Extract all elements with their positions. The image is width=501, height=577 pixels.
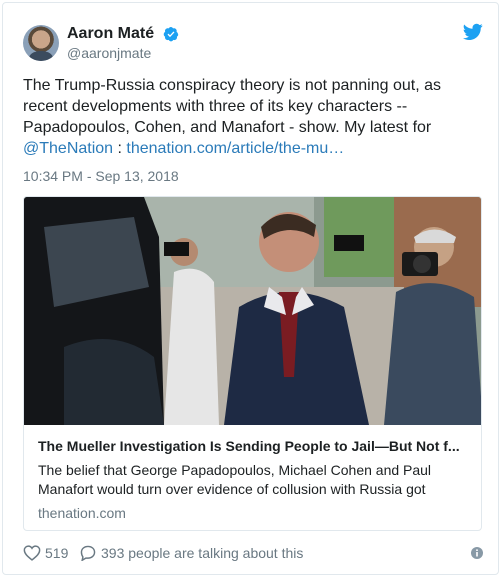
heart-icon xyxy=(23,545,41,561)
author-name[interactable]: Aaron Maté xyxy=(67,25,154,43)
embedded-tweet: Aaron Maté @aaronjmate The Trump-Russia … xyxy=(2,2,499,575)
card-title[interactable]: The Mueller Investigation Is Sending Peo… xyxy=(38,437,469,456)
conversation-button[interactable]: 393 people are talking about this xyxy=(79,545,303,561)
link-card[interactable]: The Mueller Investigation Is Sending Peo… xyxy=(23,196,482,531)
tweet-body: The Trump-Russia conspiracy theory is no… xyxy=(23,77,441,136)
author-handle[interactable]: @aaronjmate xyxy=(67,45,179,61)
card-domain: thenation.com xyxy=(38,505,126,521)
verified-icon xyxy=(163,27,178,42)
like-count: 519 xyxy=(45,545,69,561)
link-separator: : xyxy=(113,140,127,157)
card-body: The Mueller Investigation Is Sending Peo… xyxy=(24,425,481,530)
tweet-footer: 519 393 people are talking about this xyxy=(23,543,485,565)
comment-icon xyxy=(80,545,96,561)
twitter-bird-icon[interactable] xyxy=(463,23,483,41)
info-icon[interactable] xyxy=(471,547,483,559)
like-button[interactable]: 519 xyxy=(23,545,68,561)
avatar[interactable] xyxy=(23,25,59,61)
mention-link[interactable]: @TheNation xyxy=(23,140,113,157)
card-image xyxy=(24,197,481,425)
tweet-header: Aaron Maté @aaronjmate xyxy=(23,23,483,63)
tweet-timestamp[interactable]: 10:34 PM - Sep 13, 2018 xyxy=(23,168,179,184)
card-description: The belief that George Papadopoulos, Mic… xyxy=(38,462,432,497)
author-block[interactable]: Aaron Maté @aaronjmate xyxy=(67,25,179,61)
talking-count: 393 people are talking about this xyxy=(101,545,304,561)
article-link[interactable]: thenation.com/article/the-mu… xyxy=(126,140,344,157)
tweet-text: The Trump-Russia conspiracy theory is no… xyxy=(23,75,485,159)
